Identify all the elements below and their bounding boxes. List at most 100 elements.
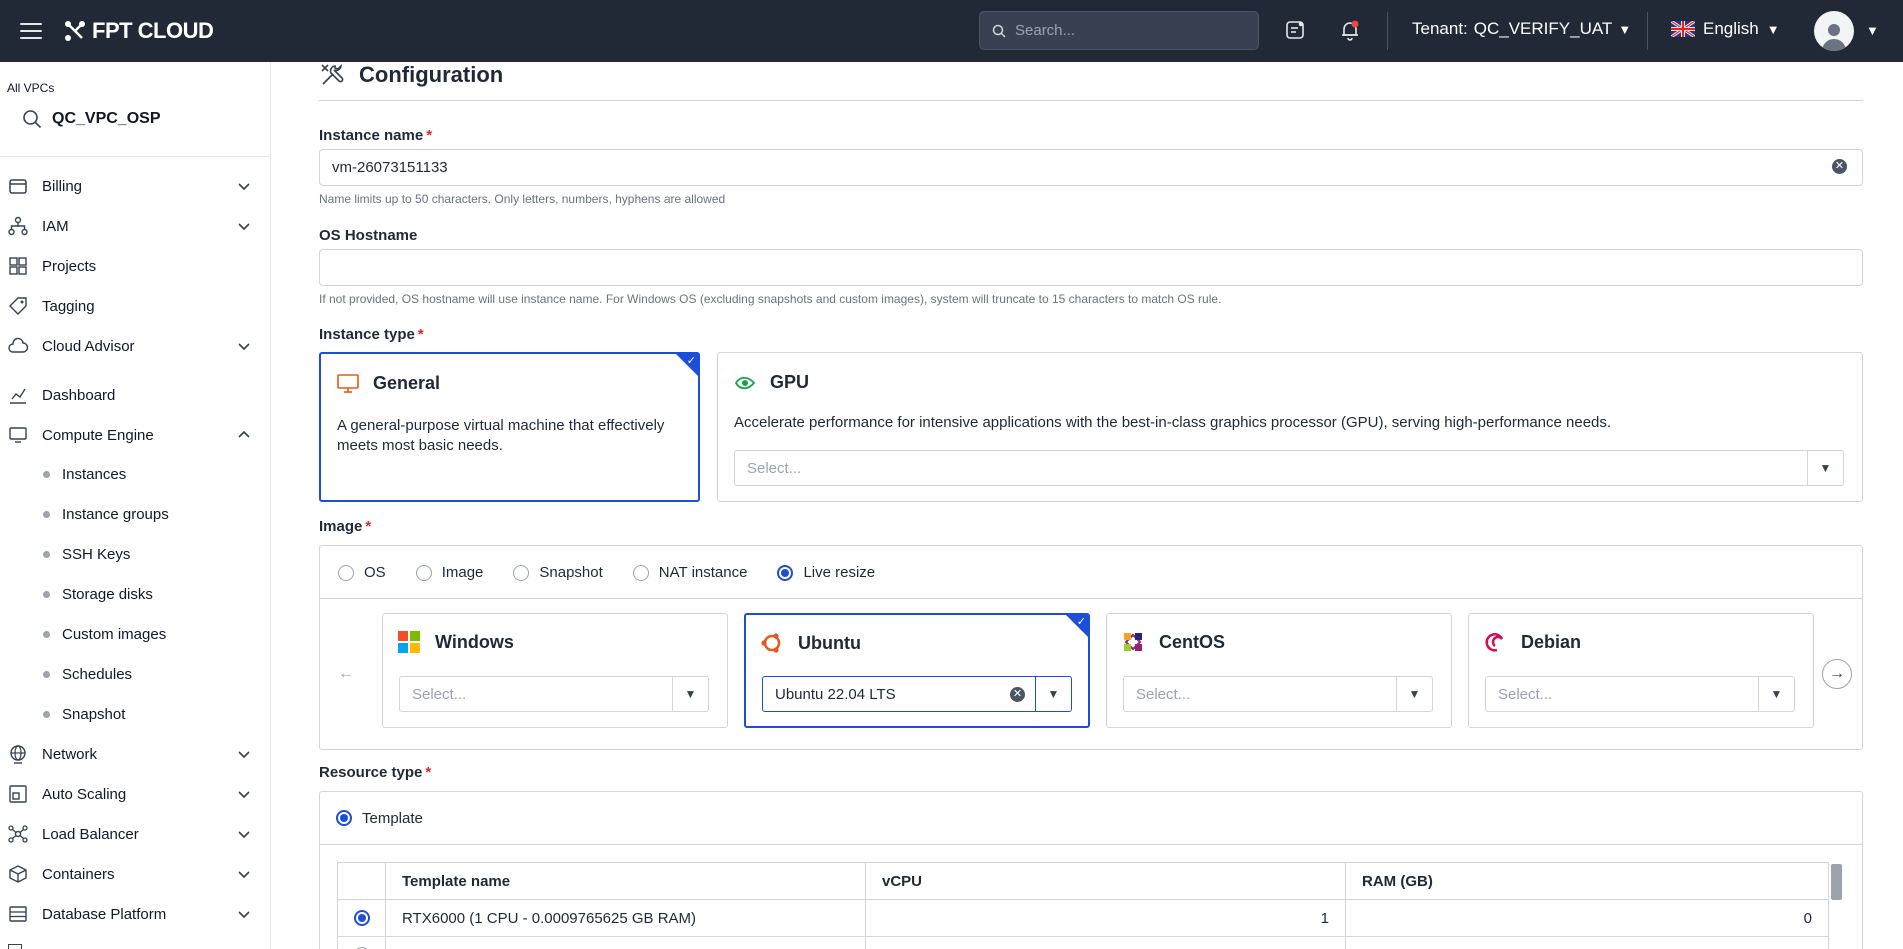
select-value: Ubuntu 22.04 LTS xyxy=(775,685,896,703)
radio-circle xyxy=(777,564,794,581)
instance-type-gpu-card[interactable]: GPU Accelerate performance for intensive… xyxy=(717,352,1863,502)
gpu-select[interactable]: Select... ▼ xyxy=(734,450,1844,486)
sidebar-item-network[interactable]: Network xyxy=(0,736,270,772)
check-icon: ✓ xyxy=(686,355,696,367)
tag-icon xyxy=(8,296,28,316)
caret-down-icon[interactable]: ▼ xyxy=(1866,23,1879,38)
sidebar-item-containers[interactable]: Containers xyxy=(0,856,270,892)
centos-icon xyxy=(1124,633,1142,651)
ram-cell: 0 xyxy=(1345,899,1829,937)
clear-icon[interactable]: ✕ xyxy=(1832,159,1847,174)
arrow-left-icon[interactable]: ← xyxy=(331,659,361,689)
caret-down-icon[interactable]: ▼ xyxy=(1396,677,1432,711)
vpc-selector[interactable]: QC_VPC_OSP xyxy=(22,109,160,129)
row-select-cell[interactable] xyxy=(337,936,386,949)
sidebar-sub-custom-images[interactable]: Custom images xyxy=(0,617,270,651)
tab-label: Snapshot xyxy=(539,564,603,581)
arrow-right-icon[interactable]: → xyxy=(1822,659,1852,689)
sidebar-sub-ssh-keys[interactable]: SSH Keys xyxy=(0,537,270,571)
sidebar-sub-label: Instance groups xyxy=(62,505,169,523)
template-name-cell: RTX6000 (1 CPU - 0.0009765625 GB RAM) xyxy=(385,899,866,937)
section-header: Configuration xyxy=(319,62,503,88)
sidebar-item-projects[interactable]: Projects xyxy=(0,248,270,284)
network-icon xyxy=(8,824,28,844)
image-tab-snapshot[interactable]: Snapshot xyxy=(513,564,603,581)
sidebar-sub-storage-disks[interactable]: Storage disks xyxy=(0,577,270,611)
sidebar-item-billing[interactable]: Billing xyxy=(0,168,270,204)
centos-version-select[interactable]: Select... ▼ xyxy=(1123,676,1433,712)
image-tab-image[interactable]: Image xyxy=(415,564,484,581)
clear-icon[interactable]: ✕ xyxy=(1010,686,1025,702)
caret-down-icon[interactable]: ▼ xyxy=(1035,677,1071,711)
chevron-down-icon xyxy=(237,179,251,197)
os-card-ubuntu[interactable]: ✓ Ubuntu Ubuntu 22.04 LTS ✕ ▼ xyxy=(744,613,1090,728)
chevron-down-icon xyxy=(237,907,251,925)
sidebar-sub-schedules[interactable]: Schedules xyxy=(0,657,270,691)
notes-icon[interactable] xyxy=(1282,17,1308,43)
table-header-row: Template name vCPU RAM (GB) xyxy=(337,862,1829,900)
sidebar-item-load-balancer[interactable]: Load Balancer xyxy=(0,816,270,852)
image-tab-os[interactable]: OS xyxy=(338,564,386,581)
sidebar-sub-instances[interactable]: Instances xyxy=(0,457,270,491)
instance-type-general-card[interactable]: ✓ General A general-purpose virtual mach… xyxy=(319,352,700,502)
database-icon xyxy=(8,904,28,924)
tenant-selector[interactable]: Tenant: QC_VERIFY_UAT ▼ xyxy=(1412,19,1631,39)
ubuntu-version-select[interactable]: Ubuntu 22.04 LTS ✕ ▼ xyxy=(762,676,1072,712)
os-card-centos[interactable]: CentOS Select... ▼ xyxy=(1106,613,1452,728)
chevron-down-icon xyxy=(237,867,251,885)
column-header: Template name xyxy=(385,862,866,900)
select-value: Select... xyxy=(1498,685,1553,703)
tab-label: Image xyxy=(441,564,484,581)
resource-type-label: Resource type * xyxy=(319,764,432,781)
os-card-debian[interactable]: Debian Select... ▼ xyxy=(1468,613,1814,728)
image-tab-live-resize[interactable]: Live resize xyxy=(777,564,875,581)
caret-down-icon[interactable]: ▼ xyxy=(672,677,708,711)
table-scrollbar[interactable] xyxy=(1831,864,1842,900)
sidebar-item-label: Billing xyxy=(42,177,83,195)
caret-down-icon[interactable]: ▼ xyxy=(1807,451,1843,485)
resource-option-template[interactable]: Template xyxy=(336,810,423,827)
search-input[interactable] xyxy=(1015,22,1235,39)
global-search[interactable] xyxy=(979,11,1259,50)
language-selector[interactable]: English ▼ xyxy=(1671,19,1780,39)
bell-icon[interactable] xyxy=(1337,17,1363,43)
divider xyxy=(1387,12,1388,50)
sidebar-item-label: Tagging xyxy=(42,297,95,315)
table-row[interactable] xyxy=(337,936,1829,949)
tab-label: Live resize xyxy=(803,564,876,581)
hostname-input[interactable] xyxy=(319,249,1863,286)
row-radio[interactable] xyxy=(354,910,385,926)
caret-down-icon[interactable]: ▼ xyxy=(1758,677,1794,711)
brand-logo[interactable]: FPT CLOUD xyxy=(64,18,214,44)
sidebar-item-dashboard[interactable]: Dashboard xyxy=(0,377,270,413)
avatar[interactable] xyxy=(1814,11,1854,51)
bullet-icon xyxy=(43,470,50,478)
box-icon xyxy=(8,864,28,884)
debian-version-select[interactable]: Select... ▼ xyxy=(1485,676,1795,712)
tab-label: NAT instance xyxy=(658,564,748,581)
select-value: Select... xyxy=(1136,685,1191,703)
instance-name-input[interactable] xyxy=(319,149,1863,186)
template-name-cell xyxy=(385,936,866,949)
sidebar-item-tagging[interactable]: Tagging xyxy=(0,288,270,324)
windows-version-select[interactable]: Select... ▼ xyxy=(399,676,709,712)
vcpu-cell xyxy=(865,936,1346,949)
chevron-down-icon xyxy=(237,219,251,237)
section-title: Configuration xyxy=(359,62,504,87)
sidebar-item-cloud-advisor[interactable]: Cloud Advisor xyxy=(0,328,270,364)
table-row[interactable]: RTX6000 (1 CPU - 0.0009765625 GB RAM) 1 … xyxy=(337,899,1829,937)
sidebar-sub-snapshot[interactable]: Snapshot xyxy=(0,697,270,731)
caret-down-icon: ▼ xyxy=(1766,21,1780,37)
sidebar-sub-instance-groups[interactable]: Instance groups xyxy=(0,497,270,531)
sidebar-item-compute-engine[interactable]: Compute Engine xyxy=(0,417,270,453)
sidebar-item-database-platform[interactable]: Database Platform xyxy=(0,896,270,932)
image-tab-nat-instance[interactable]: NAT instance xyxy=(632,564,748,581)
sidebar-item-label: Cloud Advisor xyxy=(42,337,135,355)
hamburger-menu-icon[interactable] xyxy=(20,23,42,39)
os-name: CentOS xyxy=(1159,631,1226,652)
os-card-windows[interactable]: Windows Select... ▼ xyxy=(382,613,728,728)
brand-name: FPT CLOUD xyxy=(92,18,214,43)
sidebar-item-auto-scaling[interactable]: Auto Scaling xyxy=(0,776,270,812)
row-select-cell[interactable] xyxy=(337,899,386,937)
sidebar-item-iam[interactable]: IAM xyxy=(0,208,270,244)
